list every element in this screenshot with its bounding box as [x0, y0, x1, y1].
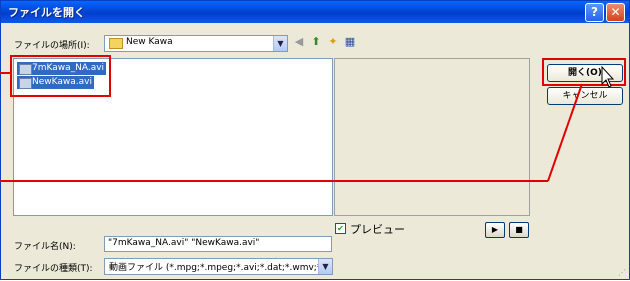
callout-connector: [547, 65, 615, 182]
